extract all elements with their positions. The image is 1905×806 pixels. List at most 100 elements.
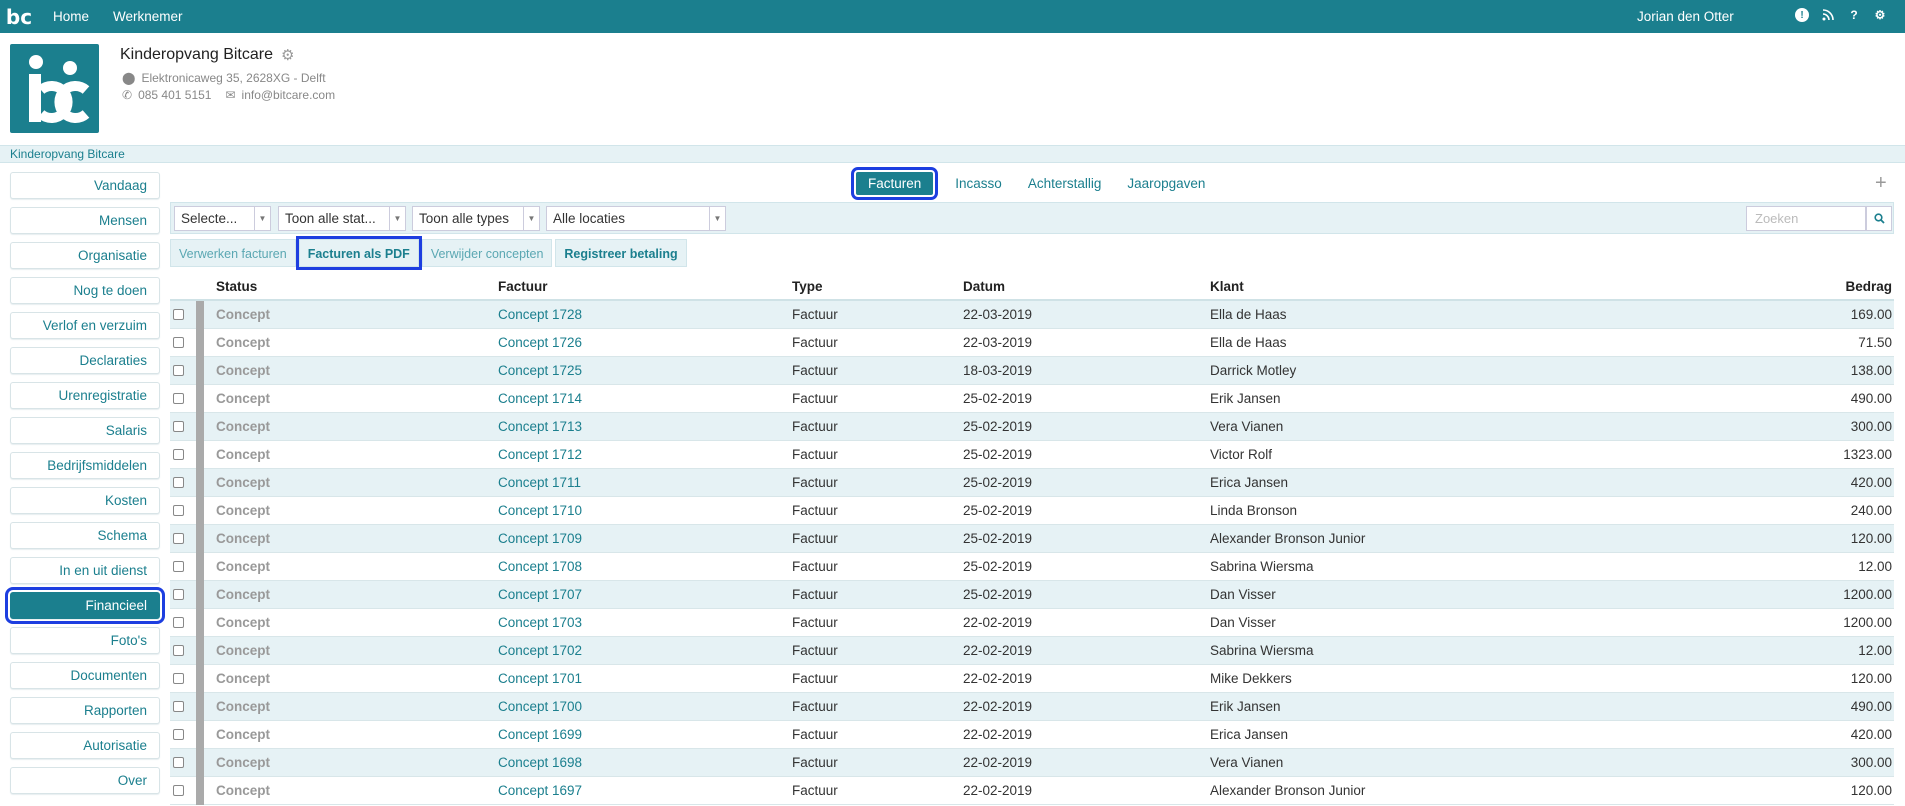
row-checkbox[interactable] <box>170 477 186 488</box>
sidebar-item-kosten[interactable]: Kosten <box>10 487 160 514</box>
table-row[interactable]: Concept Concept 1702 Factuur 22-02-2019 Sabr… <box>170 636 1894 665</box>
checkbox-square[interactable] <box>172 337 184 348</box>
add-icon[interactable]: + <box>1875 172 1887 195</box>
row-checkbox[interactable] <box>170 449 186 460</box>
checkbox-square[interactable] <box>172 701 184 712</box>
row-checkbox[interactable] <box>170 505 186 516</box>
sidebar-item-in-en-uit-dienst[interactable]: In en uit dienst <box>10 557 160 584</box>
help-icon[interactable]: ? <box>1847 8 1861 22</box>
table-row[interactable]: Concept Concept 1697 Factuur 22-02-2019 Alex… <box>170 776 1894 805</box>
row-checkbox[interactable] <box>170 421 186 432</box>
invoice-link[interactable]: Concept 1702 <box>498 643 792 658</box>
row-checkbox[interactable] <box>170 309 186 320</box>
row-checkbox[interactable] <box>170 393 186 404</box>
table-row[interactable]: Concept Concept 1708 Factuur 25-02-2019 Sabr… <box>170 552 1894 581</box>
table-row[interactable]: Concept Concept 1713 Factuur 25-02-2019 Vera… <box>170 412 1894 441</box>
nav-home[interactable]: Home <box>53 9 89 24</box>
tab-achterstallig[interactable]: Achterstallig <box>1016 172 1114 195</box>
invoice-link[interactable]: Concept 1697 <box>498 783 792 798</box>
invoice-link[interactable]: Concept 1700 <box>498 699 792 714</box>
invoice-link[interactable]: Concept 1710 <box>498 503 792 518</box>
table-row[interactable]: Concept Concept 1710 Factuur 25-02-2019 Lind… <box>170 496 1894 525</box>
invoice-link[interactable]: Concept 1713 <box>498 419 792 434</box>
gear-icon[interactable]: ⚙ <box>1873 8 1887 22</box>
sidebar-item-urenregistratie[interactable]: Urenregistratie <box>10 382 160 409</box>
invoice-link[interactable]: Concept 1726 <box>498 335 792 350</box>
select-dropdown[interactable]: Selecte... ▼ <box>174 206 271 231</box>
email-text[interactable]: info@bitcare.com <box>242 88 336 102</box>
table-row[interactable]: Concept Concept 1701 Factuur 22-02-2019 Mike… <box>170 664 1894 693</box>
row-checkbox[interactable] <box>170 729 186 740</box>
checkbox-square[interactable] <box>172 729 184 740</box>
location-filter[interactable]: Alle locaties ▼ <box>546 206 726 231</box>
checkbox-square[interactable] <box>172 309 184 320</box>
user-name[interactable]: Jorian den Otter <box>1637 9 1734 24</box>
invoice-link[interactable]: Concept 1711 <box>498 475 792 490</box>
sidebar-item-declaraties[interactable]: Declaraties <box>10 347 160 374</box>
row-checkbox[interactable] <box>170 701 186 712</box>
checkbox-square[interactable] <box>172 785 184 796</box>
invoice-link[interactable]: Concept 1698 <box>498 755 792 770</box>
table-row[interactable]: Concept Concept 1700 Factuur 22-02-2019 Erik… <box>170 692 1894 721</box>
row-checkbox[interactable] <box>170 533 186 544</box>
type-filter[interactable]: Toon alle types ▼ <box>412 206 540 231</box>
header-status[interactable]: Status <box>216 279 498 294</box>
row-checkbox[interactable] <box>170 785 186 796</box>
checkbox-square[interactable] <box>172 449 184 460</box>
table-row[interactable]: Concept Concept 1726 Factuur 22-03-2019 Ella… <box>170 328 1894 357</box>
invoice-link[interactable]: Concept 1707 <box>498 587 792 602</box>
tab-incasso[interactable]: Incasso <box>943 172 1014 195</box>
checkbox-square[interactable] <box>172 617 184 628</box>
sidebar-item-mensen[interactable]: Mensen <box>10 207 160 234</box>
invoice-link[interactable]: Concept 1703 <box>498 615 792 630</box>
row-checkbox[interactable] <box>170 673 186 684</box>
header-datum[interactable]: Datum <box>963 279 1210 294</box>
table-row[interactable]: Concept Concept 1714 Factuur 25-02-2019 Erik… <box>170 384 1894 413</box>
checkbox-square[interactable] <box>172 393 184 404</box>
search-input[interactable]: Zoeken <box>1746 206 1866 231</box>
sidebar-item-fotos[interactable]: Foto's <box>10 627 160 654</box>
table-row[interactable]: Concept Concept 1699 Factuur 22-02-2019 Eric… <box>170 720 1894 749</box>
search-icon[interactable] <box>1866 206 1892 231</box>
row-checkbox[interactable] <box>170 365 186 376</box>
table-row[interactable]: Concept Concept 1712 Factuur 25-02-2019 Vict… <box>170 440 1894 469</box>
row-checkbox[interactable] <box>170 617 186 628</box>
sidebar-item-over[interactable]: Over <box>10 767 160 794</box>
process-invoices-button[interactable]: Verwerken facturen <box>170 239 296 267</box>
nav-werknemer[interactable]: Werknemer <box>113 9 183 24</box>
tab-facturen[interactable]: Facturen <box>850 167 939 200</box>
checkbox-square[interactable] <box>172 421 184 432</box>
table-row[interactable]: Concept Concept 1711 Factuur 25-02-2019 Eric… <box>170 468 1894 497</box>
sidebar-item-organisatie[interactable]: Organisatie <box>10 242 160 269</box>
info-icon[interactable]: ! <box>1795 8 1809 22</box>
table-row[interactable]: Concept Concept 1728 Factuur 22-03-2019 Ella… <box>170 300 1894 329</box>
invoice-link[interactable]: Concept 1725 <box>498 363 792 378</box>
breadcrumb-item[interactable]: Kinderopvang Bitcare <box>10 147 125 161</box>
row-checkbox[interactable] <box>170 589 186 600</box>
header-type[interactable]: Type <box>792 279 963 294</box>
table-row[interactable]: Concept Concept 1707 Factuur 25-02-2019 Dan … <box>170 580 1894 609</box>
invoice-link[interactable]: Concept 1701 <box>498 671 792 686</box>
invoice-link[interactable]: Concept 1709 <box>498 531 792 546</box>
sidebar-item-salaris[interactable]: Salaris <box>10 417 160 444</box>
row-checkbox[interactable] <box>170 337 186 348</box>
header-klant[interactable]: Klant <box>1210 279 1590 294</box>
checkbox-square[interactable] <box>172 645 184 656</box>
invoice-link[interactable]: Concept 1708 <box>498 559 792 574</box>
checkbox-square[interactable] <box>172 477 184 488</box>
invoice-link[interactable]: Concept 1714 <box>498 391 792 406</box>
register-payment-button[interactable]: Registreer betaling <box>555 239 687 267</box>
checkbox-square[interactable] <box>172 533 184 544</box>
sidebar-item-verlof[interactable]: Verlof en verzuim <box>10 312 160 339</box>
table-row[interactable]: Concept Concept 1703 Factuur 22-02-2019 Dan … <box>170 608 1894 637</box>
rss-icon[interactable] <box>1821 8 1835 22</box>
sidebar-item-autorisatie[interactable]: Autorisatie <box>10 732 160 759</box>
row-checkbox[interactable] <box>170 757 186 768</box>
tab-jaaropgaven[interactable]: Jaaropgaven <box>1115 172 1217 195</box>
status-filter[interactable]: Toon alle stat... ▼ <box>278 206 406 231</box>
sidebar-item-nog-te-doen[interactable]: Nog te doen <box>10 277 160 304</box>
checkbox-square[interactable] <box>172 561 184 572</box>
invoice-link[interactable]: Concept 1699 <box>498 727 792 742</box>
app-logo[interactable]: bc <box>0 0 38 33</box>
table-row[interactable]: Concept Concept 1709 Factuur 25-02-2019 Alex… <box>170 524 1894 553</box>
